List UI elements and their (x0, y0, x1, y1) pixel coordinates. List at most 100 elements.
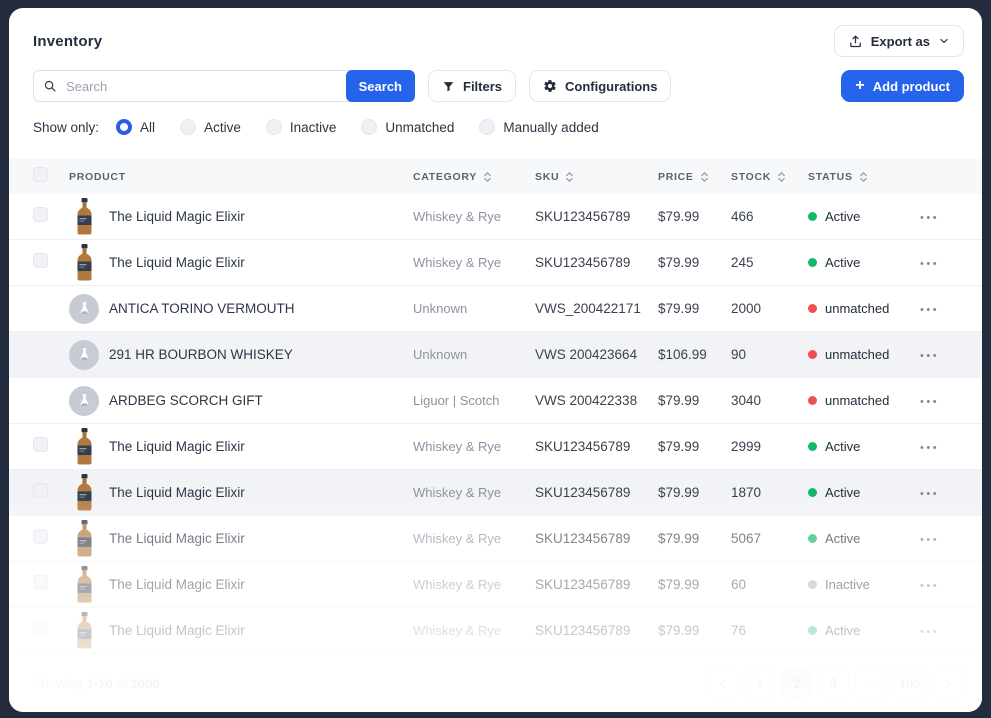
filters-button[interactable]: Filters (428, 70, 516, 102)
row-menu-button[interactable]: ••• (920, 304, 939, 316)
radio-circle-icon (116, 119, 132, 135)
table-row[interactable]: The Liquid Magic Elixir Whiskey & Rye SK… (9, 608, 982, 654)
status-label: Active (825, 255, 860, 270)
row-menu-button[interactable]: ••• (920, 626, 939, 638)
pagination-next-button[interactable] (933, 668, 964, 699)
status-cell: unmatched (808, 301, 920, 316)
row-menu-button[interactable]: ••• (920, 350, 939, 362)
table-row[interactable]: The Liquid Magic Elixir Whiskey & Rye SK… (9, 562, 982, 608)
table-row[interactable]: 291 HR BOURBON WHISKEY Unknown VWS 20042… (9, 332, 982, 378)
export-as-button[interactable]: Export as (834, 25, 964, 57)
status-cell: Inactive (808, 577, 920, 592)
table-row[interactable]: ARDBEG SCORCH GIFT Liguor | Scotch VWS 2… (9, 378, 982, 424)
showing-total: 1000 (131, 676, 160, 691)
filter-radio[interactable]: Active (180, 119, 241, 135)
filter-radio-label: Unmatched (385, 120, 454, 135)
pagination-page-button[interactable]: 100 (892, 668, 927, 699)
stock-cell: 5067 (731, 531, 808, 546)
bottle-icon (69, 612, 99, 649)
table-row[interactable]: ANTICA TORINO VERMOUTH Unknown VWS_20042… (9, 286, 982, 332)
row-actions-cell: ••• (920, 530, 964, 548)
table-row[interactable]: The Liquid Magic Elixir Whiskey & Rye SK… (9, 424, 982, 470)
sku-cell: SKU123456789 (535, 485, 658, 500)
status-cell: unmatched (808, 393, 920, 408)
row-checkbox-cell (33, 345, 69, 365)
status-dot-icon (808, 396, 817, 405)
configurations-button[interactable]: Configurations (529, 70, 671, 102)
column-header[interactable]: SKU (535, 171, 658, 183)
row-checkbox[interactable] (33, 437, 48, 452)
pagination-prev-button[interactable] (707, 668, 738, 699)
row-actions-cell: ••• (920, 622, 964, 640)
column-header[interactable]: Category (413, 171, 535, 183)
filter-radio[interactable]: All (116, 119, 155, 135)
status-label: unmatched (825, 347, 889, 362)
row-menu-button[interactable]: ••• (920, 580, 939, 592)
status-cell: Active (808, 255, 920, 270)
chevron-left-icon (717, 678, 728, 689)
showing-range: 1-10 (87, 676, 113, 691)
row-checkbox[interactable] (33, 207, 48, 222)
stock-cell: 3040 (731, 393, 808, 408)
column-header-label: Price (658, 171, 694, 183)
table-row[interactable]: The Liquid Magic Elixir Whiskey & Rye SK… (9, 240, 982, 286)
stock-cell: 245 (731, 255, 808, 270)
row-checkbox[interactable] (33, 483, 48, 498)
row-menu-button[interactable]: ••• (920, 534, 939, 546)
category-cell: Whiskey & Rye (413, 209, 535, 224)
toolbar: Search Filters Configurations + Add prod… (9, 57, 982, 102)
status-cell: unmatched (808, 347, 920, 362)
column-header[interactable]: Status (808, 171, 920, 183)
product-cell: ANTICA TORINO VERMOUTH (69, 294, 413, 324)
add-product-button[interactable]: + Add product (841, 70, 964, 102)
column-header[interactable]: Product (69, 171, 413, 183)
filter-radio-label: Inactive (290, 120, 337, 135)
add-product-label: Add product (873, 79, 950, 94)
status-cell: Active (808, 623, 920, 638)
sku-cell: SKU123456789 (535, 255, 658, 270)
status-dot-icon (808, 304, 817, 313)
category-cell: Whiskey & Rye (413, 531, 535, 546)
pagination-page-button[interactable]: 1 (744, 668, 775, 699)
product-name: 291 HR BOURBON WHISKEY (109, 347, 293, 362)
row-menu-button[interactable]: ••• (920, 488, 939, 500)
export-as-label: Export as (871, 34, 930, 49)
sku-cell: SKU123456789 (535, 577, 658, 592)
product-name: The Liquid Magic Elixir (109, 209, 245, 224)
radio-circle-icon (479, 119, 495, 135)
sku-cell: VWS 200423664 (535, 347, 658, 362)
filter-radio[interactable]: Unmatched (361, 119, 454, 135)
showing-summary: Showing 1-10 of 1000 (33, 676, 160, 691)
row-menu-button[interactable]: ••• (920, 396, 939, 408)
column-header[interactable]: Price (658, 171, 731, 183)
table-row[interactable]: The Liquid Magic Elixir Whiskey & Rye SK… (9, 194, 982, 240)
row-checkbox[interactable] (33, 621, 48, 636)
table-row[interactable]: The Liquid Magic Elixir Whiskey & Rye SK… (9, 516, 982, 562)
filter-radio[interactable]: Inactive (266, 119, 337, 135)
status-cell: Active (808, 439, 920, 454)
row-menu-button[interactable]: ••• (920, 442, 939, 454)
pagination-page-button[interactable]: 2 (781, 668, 812, 699)
row-checkbox-cell (33, 391, 69, 411)
product-name: ARDBEG SCORCH GIFT (109, 393, 263, 408)
pagination-bar: Showing 1-10 of 1000 123...100 (9, 654, 982, 699)
product-cell: The Liquid Magic Elixir (69, 474, 413, 511)
row-checkbox-cell (33, 621, 69, 641)
row-checkbox[interactable] (33, 575, 48, 590)
category-cell: Whiskey & Rye (413, 255, 535, 270)
radio-circle-icon (266, 119, 282, 135)
table-row[interactable]: The Liquid Magic Elixir Whiskey & Rye SK… (9, 470, 982, 516)
category-cell: Unknown (413, 347, 535, 362)
row-checkbox[interactable] (33, 529, 48, 544)
product-name: The Liquid Magic Elixir (109, 531, 245, 546)
category-cell: Whiskey & Rye (413, 577, 535, 592)
search-button[interactable]: Search (346, 70, 415, 102)
pagination-page-button[interactable]: 3 (818, 668, 849, 699)
select-all-checkbox[interactable] (33, 167, 48, 182)
filter-radio[interactable]: Manually added (479, 119, 598, 135)
row-menu-button[interactable]: ••• (920, 258, 939, 270)
column-header[interactable]: Stock (731, 171, 808, 183)
row-menu-button[interactable]: ••• (920, 212, 939, 224)
pagination-ellipsis[interactable]: ... (855, 668, 886, 699)
row-checkbox[interactable] (33, 253, 48, 268)
